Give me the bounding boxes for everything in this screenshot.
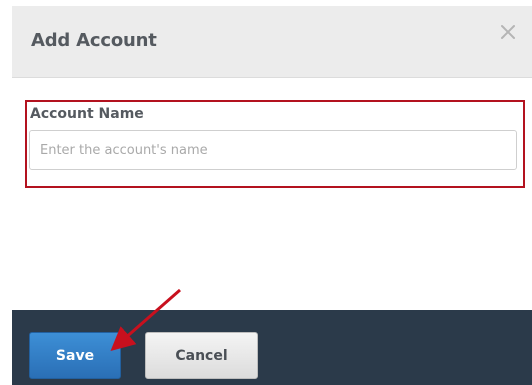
account-name-input[interactable] (29, 130, 517, 170)
dialog-header: Add Account (12, 6, 532, 78)
dialog-title: Add Account (31, 30, 157, 51)
dialog-footer: Save Cancel (12, 310, 532, 385)
account-name-label: Account Name (30, 106, 144, 122)
add-account-dialog: Add Account Account Name Save Cancel (0, 0, 532, 385)
close-icon[interactable] (498, 22, 518, 42)
cancel-button[interactable]: Cancel (145, 332, 258, 379)
dialog-body: Account Name (12, 78, 532, 310)
save-button[interactable]: Save (29, 332, 121, 379)
